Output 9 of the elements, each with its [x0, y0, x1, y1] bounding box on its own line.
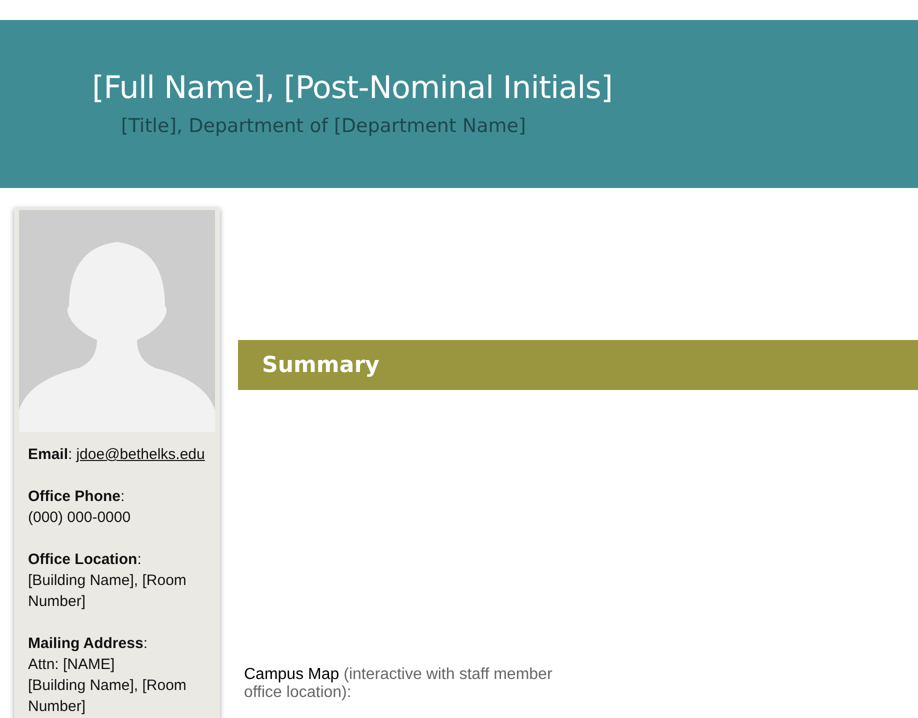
contact-detail: Mailing Address: Attn: [NAME] [Building Name], [Room Number]	[28, 634, 188, 717]
email-link[interactable]: jdoe@bethelks.edu	[76, 444, 205, 465]
profile-title: [Title], Department of [Department Name]	[121, 114, 527, 139]
summary-heading: Summary	[262, 352, 380, 380]
contact-detail: Office Phone: (000) 000-0000	[28, 487, 132, 528]
contact-detail: Office Location: [Building Name], [Room Number]	[28, 550, 188, 612]
profile-name: [Full Name], [Post-Nominal Initials]	[92, 69, 614, 108]
map-caption: Campus Map (interactive with staff member office location):	[244, 666, 554, 702]
contact-label: Email:	[28, 445, 72, 465]
